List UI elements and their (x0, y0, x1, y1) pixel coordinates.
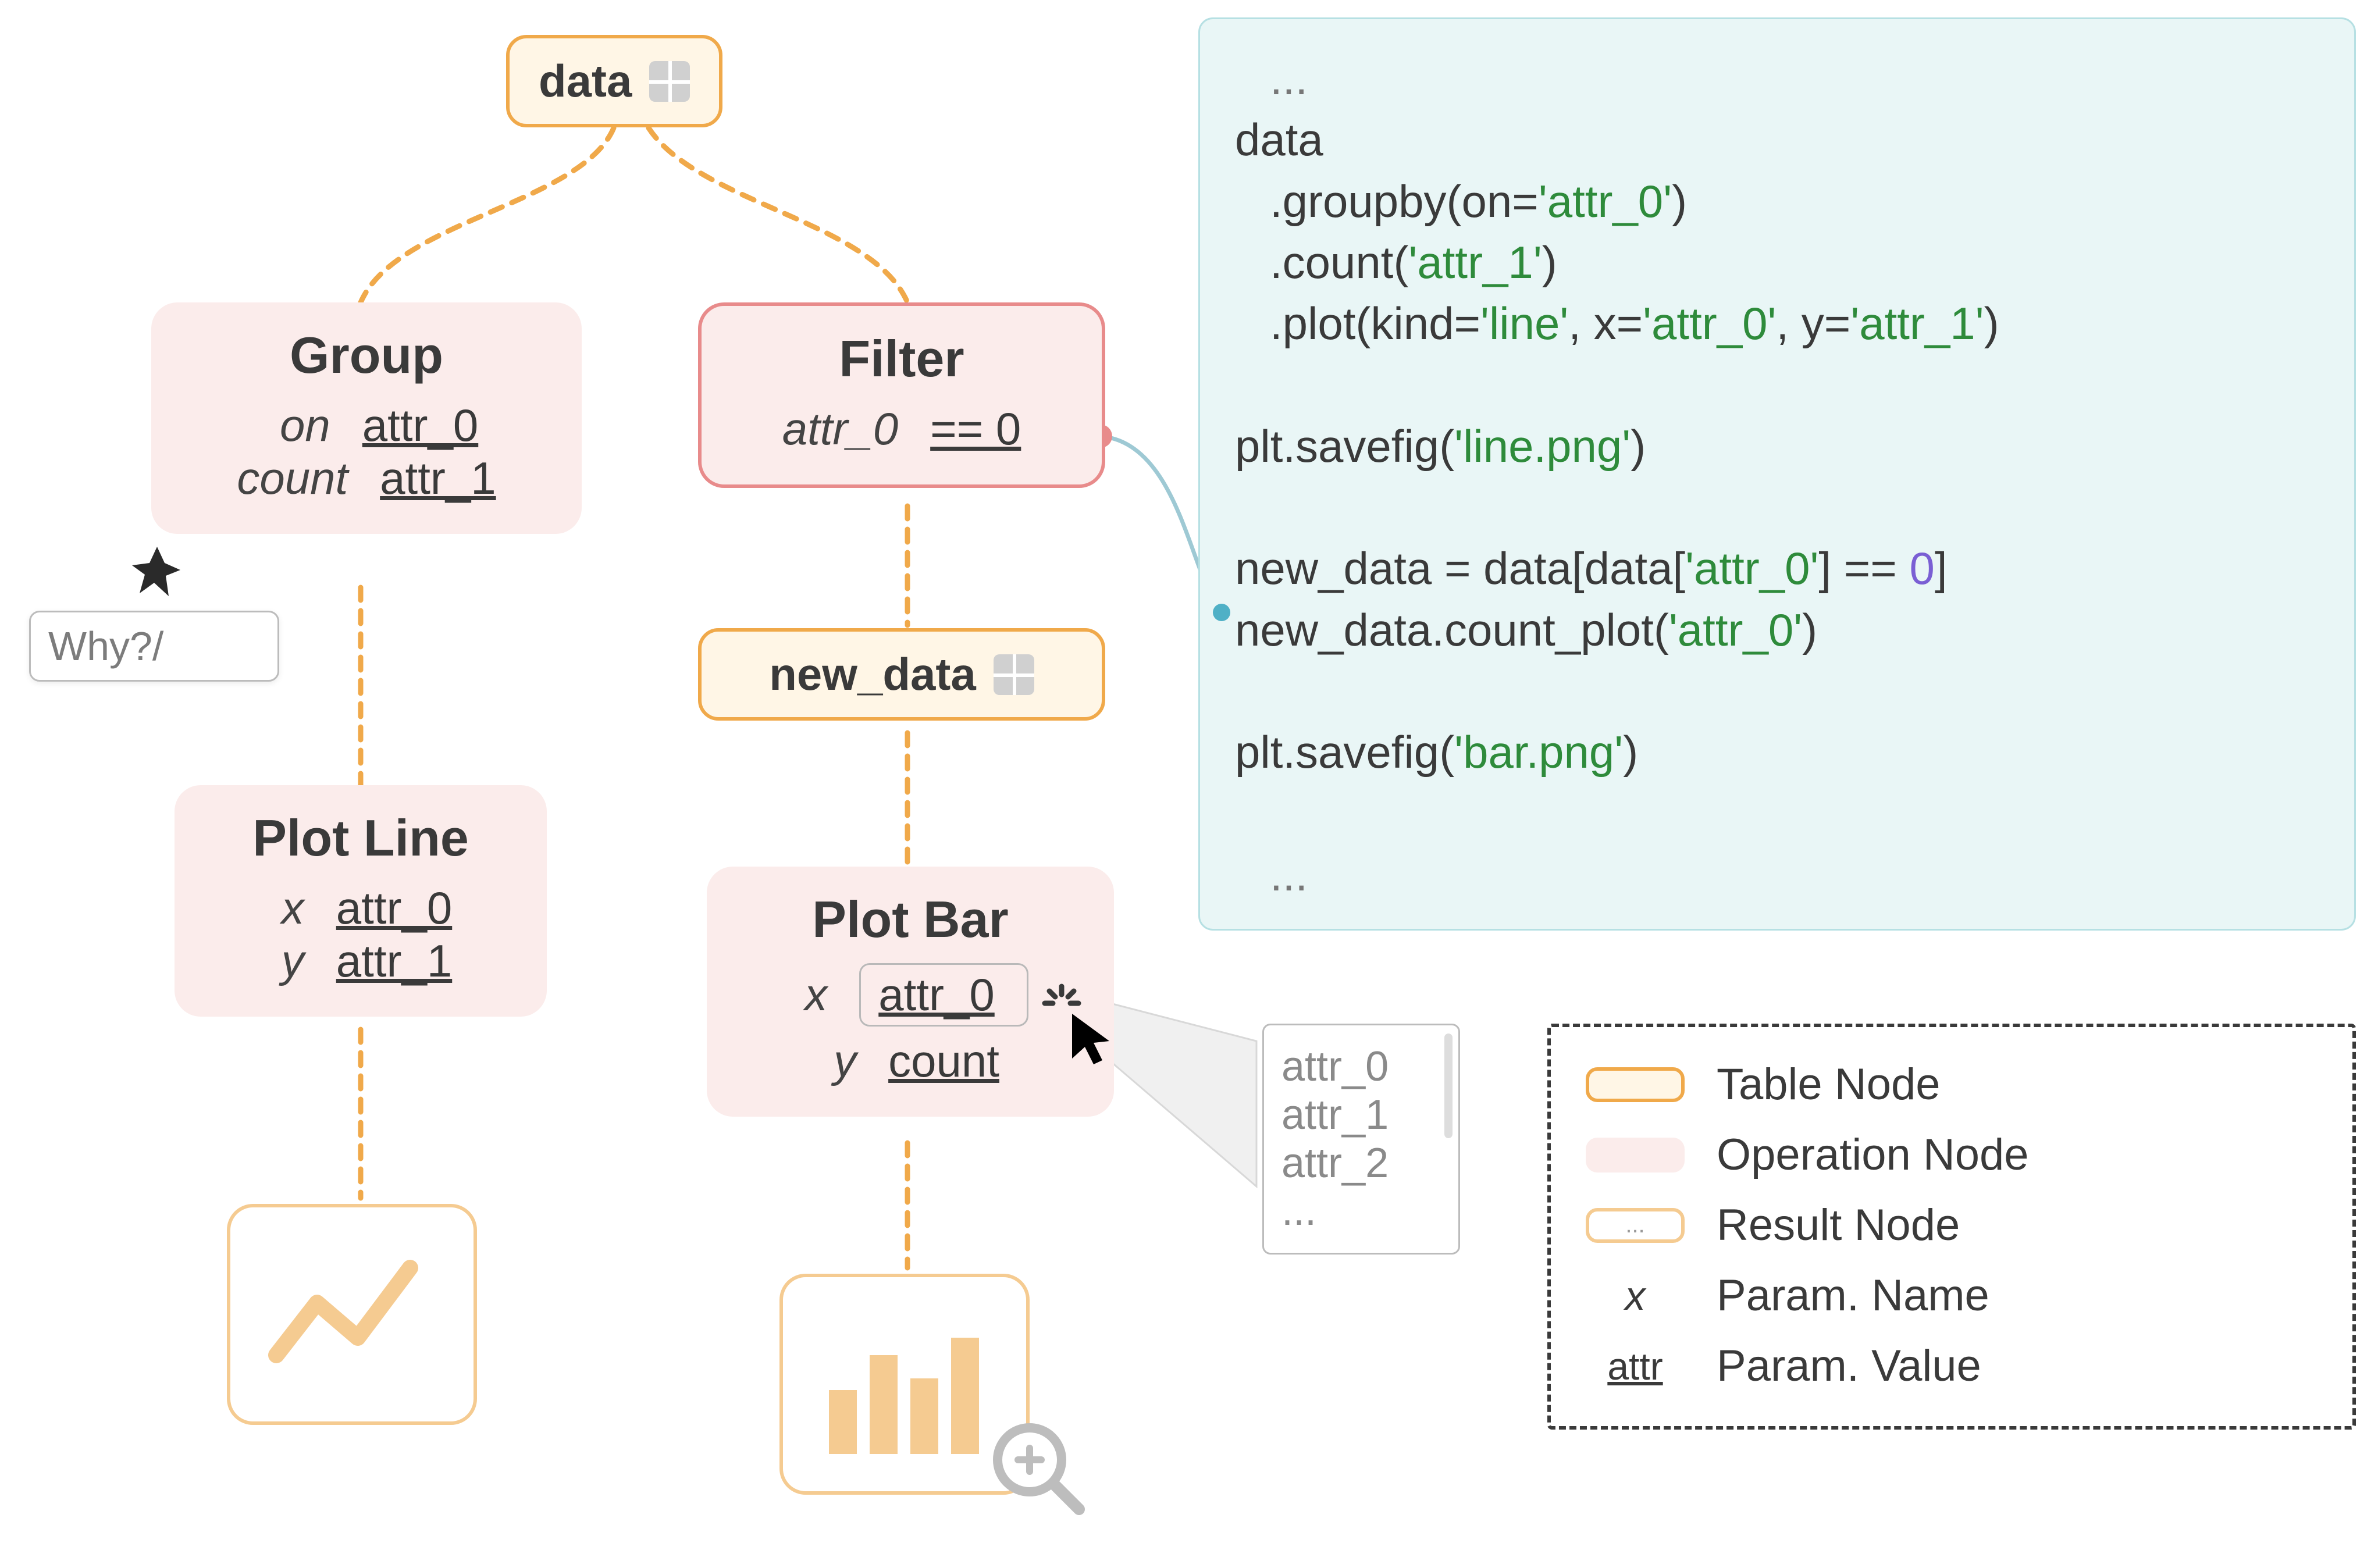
cursor-arrow-icon (1067, 1009, 1120, 1073)
param-row: attr_0 == 0 (736, 402, 1067, 455)
param-value-chip[interactable]: attr_0 (859, 963, 1028, 1027)
dropdown-more: ... (1281, 1187, 1433, 1235)
code-dots-bottom: ... (1235, 844, 2319, 906)
node-filter[interactable]: Filter attr_0 == 0 (698, 302, 1105, 488)
dropdown-option[interactable]: attr_1 (1281, 1091, 1433, 1139)
dropdown-option[interactable]: attr_0 (1281, 1043, 1433, 1091)
code-dots-top: ... (1235, 48, 2319, 109)
legend-swatch-param-value: attr (1586, 1344, 1685, 1388)
param-row: y count (742, 1035, 1079, 1088)
legend-label: Result Node (1717, 1200, 1960, 1250)
param-row: x attr_0 (742, 963, 1079, 1027)
param-value[interactable]: attr_1 (380, 452, 496, 505)
why-popover[interactable]: Why?/ (29, 611, 279, 682)
node-data[interactable]: data (506, 35, 722, 127)
legend-label: Param. Name (1717, 1270, 1989, 1321)
magnify-plus-icon[interactable] (989, 1419, 1088, 1518)
node-group[interactable]: Group on attr_0 count attr_1 (151, 302, 582, 534)
param-value[interactable]: attr_0 (362, 399, 478, 452)
param-value[interactable]: attr_0 (336, 882, 452, 935)
node-data-label: data (539, 55, 632, 108)
node-plot-line-title: Plot Line (209, 808, 512, 868)
result-line-chart[interactable] (227, 1204, 477, 1425)
legend-label: Table Node (1717, 1059, 1941, 1110)
param-row: x attr_0 (209, 882, 512, 935)
param-value[interactable]: count (888, 1035, 999, 1088)
code-filter-line: new_data = data[data['attr_0'] == 0] (1235, 543, 1948, 594)
node-plot-line[interactable]: Plot Line x attr_0 y attr_1 (175, 785, 547, 1017)
attr-dropdown[interactable]: attr_0 attr_1 attr_2 ... (1262, 1024, 1460, 1255)
param-row: y attr_1 (209, 935, 512, 988)
legend: Table Node Operation Node ... Result Nod… (1547, 1024, 2356, 1430)
param-row: on attr_0 (186, 399, 547, 452)
legend-swatch-param-name: x (1586, 1273, 1685, 1319)
legend-swatch-op (1586, 1138, 1685, 1173)
node-filter-title: Filter (736, 329, 1067, 389)
node-plot-bar-title: Plot Bar (742, 890, 1079, 949)
dropdown-scrollbar[interactable] (1444, 1034, 1453, 1138)
table-icon (994, 654, 1034, 695)
param-value[interactable]: == 0 (930, 402, 1021, 455)
param-value[interactable]: attr_1 (336, 935, 452, 988)
table-icon (649, 61, 690, 102)
legend-label: Param. Value (1717, 1341, 1981, 1391)
bar-chart-icon (817, 1309, 992, 1460)
param-row: count attr_1 (186, 452, 547, 505)
node-new-data-label: new_data (769, 648, 976, 701)
pointing-hand-icon (125, 541, 189, 605)
node-group-title: Group (186, 326, 547, 385)
node-new-data[interactable]: new_data (698, 628, 1105, 721)
line-chart-icon (265, 1239, 439, 1390)
legend-swatch-result: ... (1586, 1208, 1685, 1243)
code-l1: data (1235, 114, 1323, 165)
why-input-placeholder: Why?/ (48, 623, 163, 669)
code-panel: ... data .groupby(on='attr_0') .count('a… (1198, 17, 2356, 931)
dropdown-option[interactable]: attr_2 (1281, 1139, 1433, 1188)
legend-swatch-table (1586, 1067, 1685, 1102)
code-bullet-icon (1213, 604, 1230, 621)
legend-label: Operation Node (1717, 1129, 2029, 1180)
